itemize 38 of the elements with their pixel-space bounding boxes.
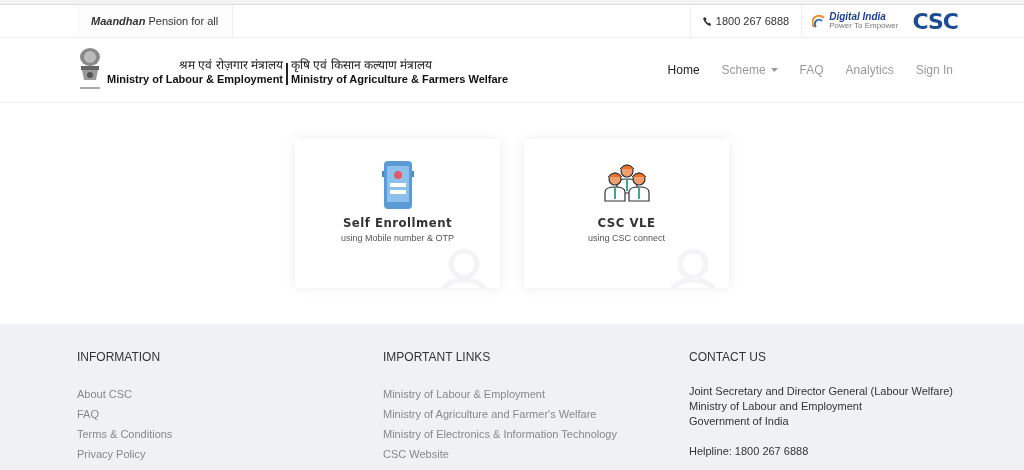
footer-link[interactable]: About CSC [77, 384, 383, 404]
csc-logo[interactable]: CSC [908, 8, 962, 34]
card-title: CSC VLE [597, 215, 656, 230]
card-subtitle: using CSC connect [587, 233, 665, 243]
phone-icon [702, 16, 712, 26]
footer-heading: CONTACT US [689, 350, 767, 364]
footer-link[interactable]: Terms & Conditions [77, 424, 383, 444]
card-title: Self Enrollment [342, 215, 453, 230]
digital-india-logo-icon [812, 14, 827, 28]
footer-link[interactable]: Privacy Policy [77, 444, 383, 464]
helpline-text: Helpline: 1800 267 6888 [689, 445, 810, 457]
footer-link[interactable]: Ministry of Electronics & Information Technology [383, 424, 689, 444]
footer-link[interactable]: Ministry of Agriculture and Farmer's Welfare [383, 404, 689, 424]
nav-link[interactable]: Sign In [906, 57, 962, 83]
footer-link[interactable]: FAQ [77, 404, 383, 424]
nav-link[interactable]: Analytics [836, 57, 903, 83]
ministry-hindi-name: श्रम एवं रोज़गार मंत्रालय [179, 56, 283, 73]
nav-link[interactable]: Home [658, 57, 709, 83]
ministry-hindi-name: कृषि एवं किसान कल्याण मंत्रालय [291, 56, 433, 73]
nav-link[interactable]: Scheme [712, 57, 787, 83]
nav-link[interactable]: FAQ [790, 57, 833, 83]
contact-line: Government of India [689, 414, 790, 429]
card-subtitle: using Mobile number & OTP [340, 233, 455, 243]
footer-link[interactable]: Ministry of Labour & Employment [383, 384, 689, 404]
footer-heading: INFORMATION [77, 350, 162, 364]
option-card[interactable]: CSC VLE using CSC connect [524, 139, 729, 288]
option-card[interactable]: Self Enrollment using Mobile number & OTP [295, 139, 500, 288]
ministry-name: Ministry of Agriculture & Farmers Welfare [291, 72, 508, 85]
phone-number: 1800 267 6888 [715, 15, 790, 27]
contact-line: Joint Secretary and Director General (Labour Welfare) [689, 384, 954, 399]
ministry-name: Ministry of Labour & Employment [107, 72, 283, 85]
tagline: Maandhan Pension for all [91, 15, 219, 27]
footer-link[interactable]: CSC Website [383, 444, 689, 464]
footer-heading: IMPORTANT LINKS [383, 350, 492, 364]
digital-india-title: Digital India [829, 12, 887, 22]
digital-india-slogan: Power To Empower [829, 22, 899, 30]
phone-login-icon [381, 161, 414, 209]
contact-line: Ministry of Labour and Employment [689, 399, 864, 414]
